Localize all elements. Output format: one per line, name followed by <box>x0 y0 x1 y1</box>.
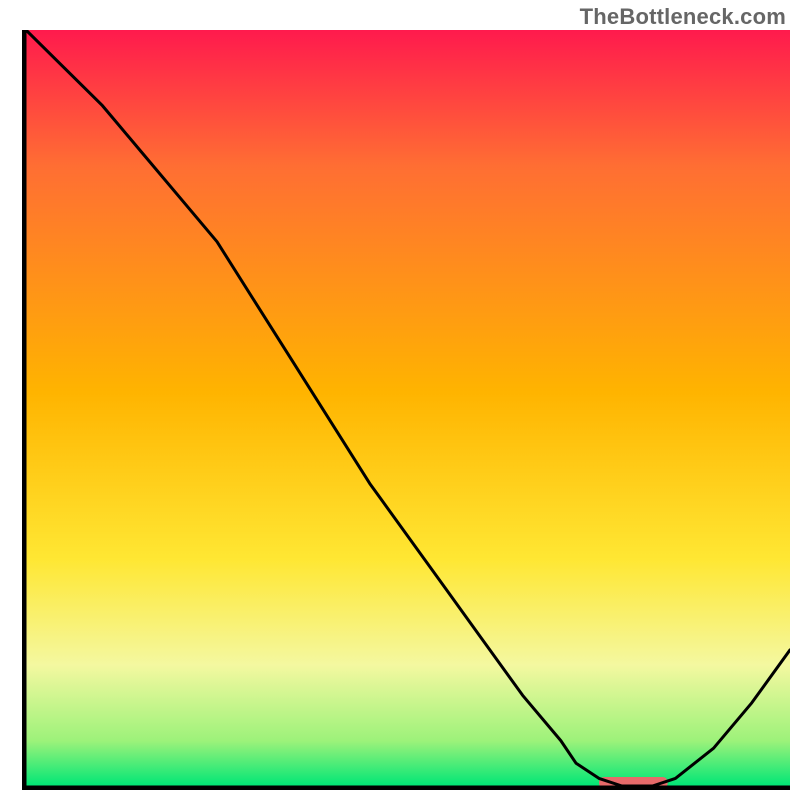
bottleneck-curve-chart <box>22 30 790 790</box>
gradient-background <box>26 30 790 786</box>
chart-container: TheBottleneck.com <box>0 0 800 800</box>
watermark-text: TheBottleneck.com <box>580 4 786 30</box>
